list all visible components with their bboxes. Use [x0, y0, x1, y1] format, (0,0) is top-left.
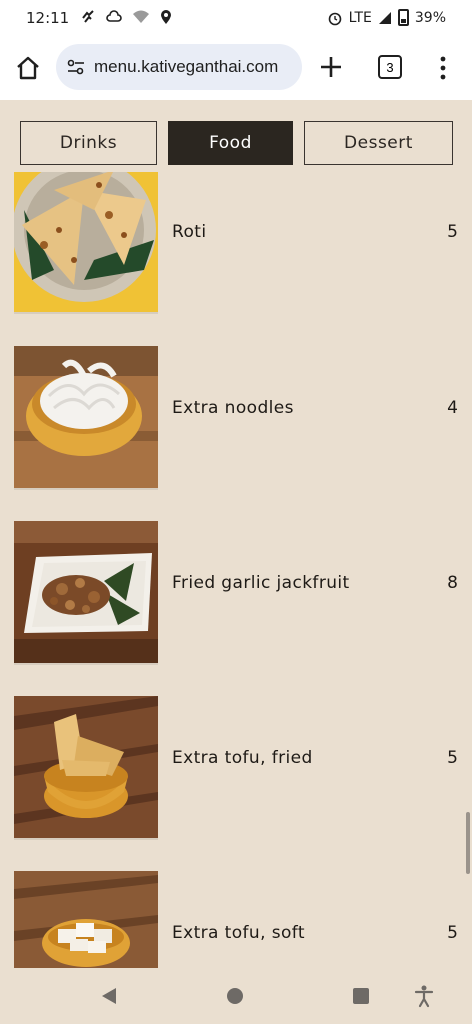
status-system-icons: LTE 39% — [327, 9, 446, 26]
category-tabs: Drinks Food Dessert — [0, 100, 472, 172]
url-text[interactable]: menu.kativeganthai.com — [94, 57, 278, 77]
extra-tofu-fried-photo — [14, 696, 158, 838]
extra-tofu-soft-photo — [14, 871, 158, 968]
menu-item-roti[interactable]: Roti 5 — [0, 170, 472, 320]
signal-app-icon — [82, 10, 94, 23]
menu-item-name: Extra tofu, soft — [172, 923, 305, 943]
tab-count: 3 — [386, 59, 394, 75]
menu-item-name: Extra noodles — [172, 398, 294, 418]
accessibility-icon[interactable] — [414, 984, 434, 1008]
menu-item-fried-garlic-jackfruit[interactable]: Fried garlic jackfruit 8 — [0, 521, 472, 671]
wifi-icon — [133, 10, 149, 23]
tab-dessert[interactable]: Dessert — [304, 121, 453, 165]
menu-item-price: 5 — [447, 923, 458, 943]
roti-photo — [14, 170, 158, 312]
battery-level: 39% — [414, 9, 446, 26]
menu-item-extra-tofu-soft[interactable]: Extra tofu, soft 5 — [0, 871, 472, 968]
recents-icon[interactable] — [353, 988, 369, 1004]
status-notification-icons — [80, 9, 172, 25]
menu-item-price: 5 — [447, 748, 458, 768]
menu-item-name: Fried garlic jackfruit — [172, 573, 350, 593]
new-tab-icon[interactable] — [318, 54, 344, 80]
menu-item-name: Roti — [172, 222, 207, 242]
cell-signal-icon — [378, 11, 391, 24]
battery-icon — [397, 9, 409, 26]
alarm-icon — [328, 12, 341, 25]
web-content: Roti 5 Extra noodles 4 Fried garlic jack… — [0, 100, 472, 968]
more-options-icon[interactable] — [437, 54, 449, 82]
tab-switcher-button[interactable]: 3 — [378, 55, 402, 79]
menu-item-name: Extra tofu, fried — [172, 748, 313, 768]
menu-item-extra-tofu-fried[interactable]: Extra tofu, fried 5 — [0, 696, 472, 846]
menu-item-extra-noodles[interactable]: Extra noodles 4 — [0, 346, 472, 496]
menu-item-price: 8 — [447, 573, 458, 593]
menu-item-price: 5 — [447, 222, 458, 242]
browser-toolbar: menu.kativeganthai.com 3 — [0, 36, 472, 100]
cloud-icon — [106, 10, 122, 22]
tab-drinks[interactable]: Drinks — [20, 121, 157, 165]
back-icon[interactable] — [100, 986, 118, 1006]
network-type: LTE — [348, 9, 372, 26]
home-nav-icon[interactable] — [227, 988, 243, 1004]
home-icon[interactable] — [14, 54, 42, 82]
menu-item-price: 4 — [447, 398, 458, 418]
system-navigation-bar — [0, 968, 472, 1024]
tab-food[interactable]: Food — [168, 121, 293, 165]
fried-garlic-jackfruit-photo — [14, 521, 158, 663]
page-scrollbar[interactable] — [466, 812, 470, 874]
address-bar[interactable]: menu.kativeganthai.com — [56, 44, 302, 90]
status-bar: 12:11 LTE 39% — [0, 0, 472, 36]
extra-noodles-photo — [14, 346, 158, 488]
site-settings-icon[interactable] — [66, 57, 86, 77]
status-time: 12:11 — [26, 9, 70, 27]
location-icon — [161, 10, 171, 24]
